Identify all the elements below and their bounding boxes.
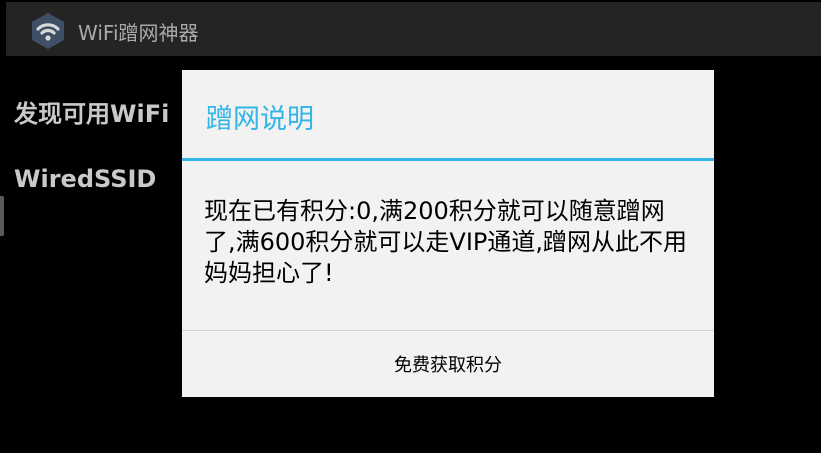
dialog-title-divider <box>182 158 714 161</box>
dialog-message: 现在已有积分:0,满200积分就可以随意蹭网了,满600积分就可以走VIP通道,… <box>204 197 688 287</box>
available-wifi-heading: 发现可用WiFi <box>14 100 170 128</box>
wifi-list-item-ssid[interactable]: WiredSSID <box>14 165 156 193</box>
wifi-icon[interactable] <box>28 11 68 51</box>
screen: WiFi蹭网神器 发现可用WiFi WiredSSID 蹭网说明 现在已有积分:… <box>0 0 821 453</box>
action-bar-surface: WiFi蹭网神器 <box>6 2 821 56</box>
instructions-dialog: 蹭网说明 现在已有积分:0,满200积分就可以随意蹭网了,满600积分就可以走V… <box>182 70 714 397</box>
app-title: WiFi蹭网神器 <box>78 21 199 45</box>
dialog-title: 蹭网说明 <box>206 104 314 135</box>
action-bar: WiFi蹭网神器 <box>0 0 821 58</box>
get-free-points-button[interactable]: 免费获取积分 <box>182 331 714 397</box>
edge-scroll-handle[interactable] <box>0 196 4 236</box>
